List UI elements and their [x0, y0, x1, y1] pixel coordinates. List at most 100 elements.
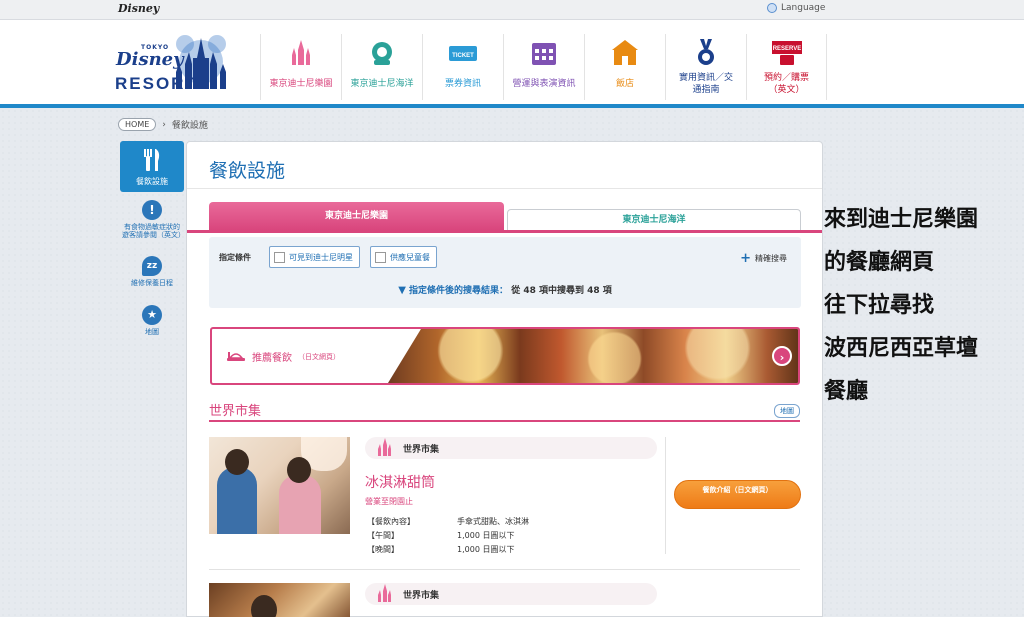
detail-value: 1,000 日圓以下 — [457, 531, 515, 540]
filter-kids-menu-checkbox[interactable]: 供應兒童餐 — [370, 246, 437, 268]
castle-icon — [292, 40, 310, 65]
reserve-icon: RESERVE — [771, 41, 802, 65]
tab-tokyo-disneysea[interactable]: 東京迪士尼海洋 — [507, 209, 801, 230]
breadcrumb-home[interactable]: HOME — [118, 118, 157, 131]
photo-figure — [225, 449, 249, 475]
nav-operations-shows[interactable]: 營運與表演資訊 — [503, 34, 584, 100]
food-photo — [388, 329, 798, 383]
filter-box: 指定條件 可見到迪士尼明星 供應兒童餐 + 精確搜尋 ▼ 指定條件後的搜尋結果：… — [209, 237, 801, 308]
svg-text:RESERVE: RESERVE — [772, 46, 801, 52]
chevron-right-icon: › — [162, 119, 166, 130]
sidebar-item-label: 有食物過敏症狀的遊客請參閱（英文） — [122, 223, 185, 239]
zzz-icon: zz — [142, 256, 162, 276]
map-pin-icon: ★ — [142, 305, 162, 325]
recommended-dining-banner[interactable]: 推薦餐飲 （日文網頁） › — [210, 327, 800, 385]
chevron-right-icon[interactable]: › — [772, 346, 792, 366]
nav-label: 東京迪士尼海洋 — [350, 79, 414, 89]
detail-value: 手傘式甜點、冰淇淋 — [457, 517, 529, 526]
detail-value: 1,000 日圓以下 — [457, 545, 515, 554]
annotation-line: 來到迪士尼樂園 — [824, 207, 979, 232]
restaurant-area-header: 世界市集 — [365, 437, 657, 459]
search-result: ▼ 指定條件後的搜尋結果： 從 48 項中搜尋到 48 項 — [209, 283, 801, 296]
logo-resort-text: RESORT — [115, 74, 198, 93]
nav-label: 預約／購票（英文） — [763, 73, 809, 95]
restaurant-photo[interactable] — [209, 437, 350, 534]
breadcrumb-current: 餐飲設施 — [171, 121, 208, 131]
photo-figure — [287, 457, 311, 483]
sidebar-item-allergy[interactable]: ! 有食物過敏症狀的遊客請參閱（英文） — [116, 200, 188, 239]
sidebar-item-label: 地圖 — [145, 328, 159, 336]
hotel-icon — [612, 40, 638, 65]
result-count: 從 48 項中搜尋到 48 項 — [511, 286, 612, 296]
section-title: 世界市集 — [209, 404, 262, 419]
restaurant-name[interactable]: 冰淇淋甜筒 — [365, 472, 435, 492]
divider — [187, 188, 822, 189]
tab-tokyo-disneyland[interactable]: 東京迪士尼樂園 — [209, 202, 504, 230]
nav-label: 營運與表演資訊 — [512, 79, 576, 89]
castle-icon — [378, 438, 391, 456]
breadcrumb: HOME › 餐飲設施 — [118, 118, 208, 131]
nav-label: 實用資訊／交通指南 — [678, 73, 733, 95]
result-prefix: 指定條件後的搜尋結果： — [409, 286, 509, 296]
nav-reserve[interactable]: RESERVE 預約／購票（英文） — [746, 34, 827, 100]
detail-key: 【午間】 — [367, 531, 399, 540]
plus-icon: + — [740, 251, 751, 266]
restaurant-status: 營業至閉園止 — [365, 497, 413, 506]
annotation-line: 波西尼西亞草壇 — [824, 336, 979, 361]
banner-label: 推薦餐飲 — [252, 353, 292, 364]
main-nav: 東京迪士尼樂園 東京迪士尼海洋 TICKET 票券資訊 營運與表演資訊 飯店 實… — [260, 34, 827, 100]
triangle-down-icon: ▼ — [398, 285, 406, 296]
dining-set-icon — [227, 351, 245, 361]
sidebar-item-dining[interactable]: 餐飲設施 — [120, 141, 184, 192]
divider — [209, 569, 800, 570]
nav-label: 東京迪士尼樂園 — [269, 79, 333, 89]
globe-icon — [767, 3, 777, 13]
sidebar-item-maintenance[interactable]: zz 維修保養日程 — [116, 256, 188, 287]
banner-sub: （日文網頁） — [298, 352, 340, 361]
info-medal-icon — [698, 39, 714, 65]
exclamation-icon: ! — [142, 200, 162, 220]
nav-hotels[interactable]: 飯店 — [584, 34, 665, 100]
sidebar-item-label: 餐飲設施 — [136, 177, 168, 186]
main-panel: 餐飲設施 東京迪士尼樂園 東京迪士尼海洋 指定條件 可見到迪士尼明星 供應兒童餐… — [186, 141, 823, 617]
checkbox-icon — [274, 251, 285, 263]
restaurant-area: 世界市集 — [403, 590, 440, 601]
nav-tickets[interactable]: TICKET 票券資訊 — [422, 34, 503, 100]
language-selector[interactable]: Language — [767, 3, 825, 13]
language-label: Language — [781, 3, 826, 13]
filter-label: 指定條件 — [219, 253, 251, 262]
photo-figure — [251, 595, 277, 617]
banner-text: 推薦餐飲 （日文網頁） — [226, 349, 340, 364]
calendar-icon — [532, 43, 556, 65]
detail-key: 【餐飲內容】 — [367, 517, 415, 526]
tokyo-disney-resort-logo[interactable]: TOKYO Disney RESORT — [113, 34, 245, 96]
advanced-search-link[interactable]: + 精確搜尋 — [740, 251, 787, 266]
disney-brand[interactable]: Disney — [118, 2, 159, 15]
annotation-text: 來到迪士尼樂園 的餐廳網頁 往下拉尋找 波西尼西亞草壇 餐廳 — [824, 198, 1024, 413]
checkbox-icon — [375, 251, 386, 263]
restaurant-photo[interactable] — [209, 583, 350, 617]
nav-tokyo-disneyland[interactable]: 東京迪士尼樂園 — [260, 34, 341, 100]
annotation-line: 的餐廳網頁 — [824, 250, 935, 275]
restaurant-area-header: 世界市集 — [365, 583, 657, 605]
nav-info-access[interactable]: 實用資訊／交通指南 — [665, 34, 746, 100]
filter-characters-checkbox[interactable]: 可見到迪士尼明星 — [269, 246, 360, 268]
restaurant-area: 世界市集 — [403, 444, 440, 455]
top-bar: Disney Language — [0, 0, 1024, 20]
castle-icon — [378, 584, 391, 602]
ticket-icon: TICKET — [449, 46, 477, 61]
photo-figure — [279, 475, 321, 534]
dining-detail-button[interactable]: 餐飲介紹（日文網頁） — [674, 480, 801, 509]
nav-tokyo-disneysea[interactable]: 東京迪士尼海洋 — [341, 34, 422, 100]
divider — [665, 437, 666, 554]
sidebar-item-label: 維修保養日程 — [131, 279, 173, 287]
map-button[interactable]: 地圖 — [774, 404, 800, 418]
detail-key: 【晚間】 — [367, 545, 399, 554]
site-header: TOKYO Disney RESORT 東京迪士尼樂園 東京迪士尼海洋 TICK… — [0, 20, 1024, 108]
nav-label: 票券資訊 — [444, 79, 481, 89]
sidebar-item-map[interactable]: ★ 地圖 — [116, 305, 188, 336]
page-title: 餐飲設施 — [209, 160, 286, 182]
section-rule — [209, 420, 800, 422]
tab-underline — [187, 230, 822, 233]
logo-disney-text: Disney — [116, 49, 184, 70]
